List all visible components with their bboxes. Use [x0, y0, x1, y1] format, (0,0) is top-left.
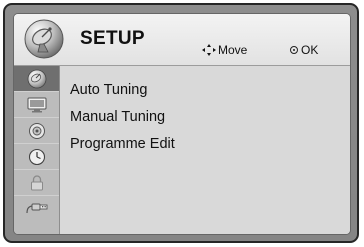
page-title: SETUP [80, 28, 145, 49]
padlock-icon [30, 174, 43, 190]
menu-item-auto-tuning[interactable]: Auto Tuning [70, 82, 147, 98]
sidebar-item-time[interactable] [14, 144, 59, 170]
satellite-dish-icon [24, 19, 64, 59]
usb-icon [25, 203, 47, 214]
monitor-icon [27, 97, 46, 112]
ok-button-icon [290, 46, 298, 54]
category-sidebar [14, 66, 60, 234]
menu-item-programme-edit[interactable]: Programme Edit [70, 136, 175, 152]
setup-menu-panel: SETUP Move OK Auto Tuning Manual Tuning … [13, 13, 351, 235]
sidebar-item-picture[interactable] [14, 92, 59, 118]
clock-icon [28, 148, 45, 165]
speaker-icon [28, 122, 45, 139]
arrow-keys-icon [202, 44, 216, 56]
menu-content: Auto Tuning Manual Tuning Programme Edit [60, 66, 350, 234]
sidebar-item-setup[interactable] [14, 66, 59, 92]
sidebar-item-usb[interactable] [14, 196, 59, 222]
move-hint: Move [202, 43, 247, 57]
move-label: Move [218, 43, 248, 57]
menu-header: SETUP Move OK [14, 14, 350, 66]
menu-item-manual-tuning[interactable]: Manual Tuning [70, 109, 165, 125]
sidebar-item-audio[interactable] [14, 118, 59, 144]
ok-hint: OK [290, 43, 318, 57]
ok-label: OK [301, 43, 319, 57]
sidebar-item-lock[interactable] [14, 170, 59, 196]
setup-osd-window: SETUP Move OK Auto Tuning Manual Tuning … [3, 3, 359, 243]
satellite-dish-icon [27, 69, 46, 88]
